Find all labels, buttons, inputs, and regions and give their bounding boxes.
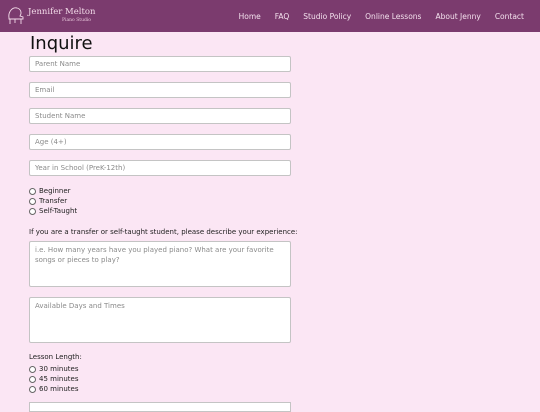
radio-button[interactable] xyxy=(29,375,36,383)
radio-button[interactable] xyxy=(29,197,36,205)
parent-name-input[interactable] xyxy=(29,56,291,72)
brand-name: Jennifer Melton xyxy=(28,7,96,17)
nav-faq[interactable]: FAQ xyxy=(275,12,290,21)
radio-label: Self-Taught xyxy=(39,207,78,215)
brand-logo[interactable]: Jennifer Melton Piano Studio xyxy=(6,4,96,28)
navbar: Jennifer Melton Piano Studio Home FAQ St… xyxy=(0,0,540,32)
lesson-length-option-60[interactable]: 60 minutes xyxy=(29,384,78,394)
nav-about-jenny[interactable]: About Jenny xyxy=(435,12,480,21)
radio-label: 30 minutes xyxy=(39,365,79,373)
main-nav: Home FAQ Studio Policy Online Lessons Ab… xyxy=(239,0,524,32)
lesson-length-option-30[interactable]: 30 minutes xyxy=(29,364,78,374)
email-input[interactable] xyxy=(29,82,291,98)
radio-button[interactable] xyxy=(29,365,36,373)
availability-textarea[interactable] xyxy=(29,297,291,343)
experience-option-beginner[interactable]: Beginner xyxy=(29,186,71,196)
radio-button[interactable] xyxy=(29,187,36,195)
radio-label: Transfer xyxy=(39,197,68,205)
age-input[interactable] xyxy=(29,134,291,150)
piano-icon xyxy=(8,7,24,24)
experience-prompt: If you are a transfer or self-taught stu… xyxy=(29,228,298,236)
lesson-length-option-45[interactable]: 45 minutes xyxy=(29,374,78,384)
radio-button[interactable] xyxy=(29,207,36,215)
nav-home[interactable]: Home xyxy=(239,12,261,21)
student-name-input[interactable] xyxy=(29,108,291,124)
brand-tagline: Piano Studio xyxy=(62,18,92,23)
experience-option-self-taught[interactable]: Self-Taught xyxy=(29,206,77,216)
next-field-partial[interactable] xyxy=(29,402,291,412)
school-year-input[interactable] xyxy=(29,160,291,176)
radio-button[interactable] xyxy=(29,385,36,393)
experience-option-transfer[interactable]: Transfer xyxy=(29,196,67,206)
radio-label: 60 minutes xyxy=(39,385,79,393)
radio-label: 45 minutes xyxy=(39,375,79,383)
page-title: Inquire xyxy=(30,33,93,54)
nav-contact[interactable]: Contact xyxy=(495,12,524,21)
nav-studio-policy[interactable]: Studio Policy xyxy=(303,12,351,21)
experience-textarea[interactable] xyxy=(29,241,291,287)
radio-label: Beginner xyxy=(39,187,71,195)
nav-online-lessons[interactable]: Online Lessons xyxy=(365,12,421,21)
lesson-length-label: Lesson Length: xyxy=(29,353,82,361)
